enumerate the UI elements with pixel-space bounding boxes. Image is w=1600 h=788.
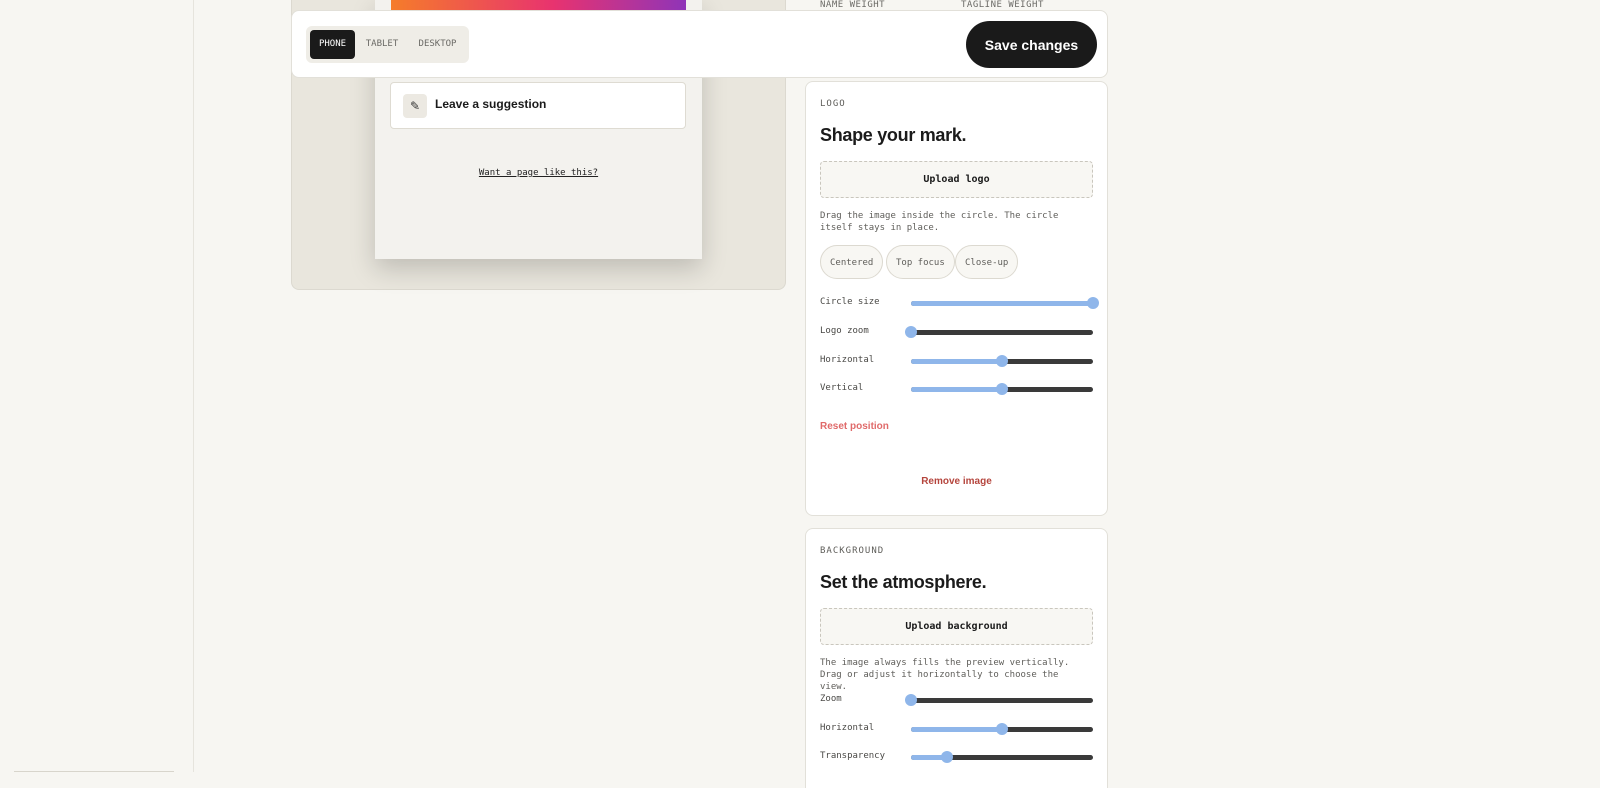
tab-phone[interactable]: PHONE <box>310 30 355 59</box>
slider-label: Logo zoom <box>820 326 869 336</box>
slider-label: Circle size <box>820 297 880 307</box>
want-page-link[interactable]: Want a page like this? <box>375 168 702 178</box>
slider-track[interactable] <box>911 383 1093 395</box>
slider-label: Zoom <box>820 694 842 704</box>
slider-track[interactable] <box>911 297 1099 309</box>
background-help-text: The image always fills the preview verti… <box>820 658 1070 692</box>
pencil-icon: ✎ <box>403 94 427 118</box>
background-title: Set the atmosphere. <box>820 572 987 592</box>
slider-thumb[interactable] <box>996 723 1008 735</box>
background-horizontal-slider[interactable]: Horizontal <box>820 722 1095 736</box>
slider-thumb[interactable] <box>941 751 954 763</box>
preset-close-up[interactable]: Close-up <box>955 245 1019 279</box>
preview-banner <box>391 0 686 10</box>
slider-track[interactable] <box>905 326 1093 338</box>
suggestion-link-card[interactable]: ✎ Leave a suggestion <box>390 82 686 129</box>
slider-track[interactable] <box>911 751 1093 763</box>
slider-track[interactable] <box>911 355 1093 367</box>
logo-zoom-slider[interactable]: Logo zoom <box>820 325 1095 339</box>
tab-desktop[interactable]: DESKTOP <box>410 30 465 59</box>
preset-top-focus[interactable]: Top focus <box>886 245 955 279</box>
reset-position-link[interactable]: Reset position <box>820 421 889 432</box>
slider-thumb[interactable] <box>905 694 917 706</box>
slider-thumb[interactable] <box>996 355 1008 367</box>
background-panel: BACKGROUND Set the atmosphere. Upload ba… <box>805 528 1108 788</box>
slider-label: Horizontal <box>820 723 875 733</box>
slider-track[interactable] <box>911 723 1093 735</box>
slider-label: Vertical <box>820 383 864 393</box>
logo-panel: LOGO Shape your mark. Upload logo Drag t… <box>805 81 1108 516</box>
slider-thumb[interactable] <box>1087 297 1099 309</box>
save-button[interactable]: Save changes <box>966 21 1097 68</box>
left-sidebar <box>0 0 194 772</box>
tagline-weight-label: TAGLINE WEIGHT <box>961 0 1044 10</box>
logo-vertical-slider[interactable]: Vertical <box>820 382 1095 396</box>
name-weight-label: NAME WEIGHT <box>820 0 886 10</box>
slider-label: Transparency <box>820 751 886 761</box>
logo-title: Shape your mark. <box>820 125 967 145</box>
upload-logo-button[interactable]: Upload logo <box>820 161 1093 198</box>
background-transparency-slider[interactable]: Transparency <box>820 750 1095 764</box>
slider-track[interactable] <box>905 694 1093 706</box>
logo-horizontal-slider[interactable]: Horizontal <box>820 354 1095 368</box>
remove-image-link[interactable]: Remove image <box>806 476 1107 487</box>
logo-eyebrow: LOGO <box>820 99 846 109</box>
circle-size-slider[interactable]: Circle size <box>820 296 1099 310</box>
slider-thumb[interactable] <box>996 383 1008 395</box>
preview-toolbar: PHONE TABLET DESKTOP Save changes <box>291 10 1108 78</box>
slider-label: Horizontal <box>820 355 875 365</box>
device-tabs: PHONE TABLET DESKTOP <box>306 26 469 63</box>
preset-centered[interactable]: Centered <box>820 245 884 279</box>
upload-background-button[interactable]: Upload background <box>820 608 1093 645</box>
background-zoom-slider[interactable]: Zoom <box>820 693 1095 707</box>
background-eyebrow: BACKGROUND <box>820 546 885 556</box>
suggestion-label: Leave a suggestion <box>435 97 547 111</box>
logo-help-text: Drag the image inside the circle. The ci… <box>820 211 1059 233</box>
slider-thumb[interactable] <box>905 326 917 338</box>
tab-tablet[interactable]: TABLET <box>359 30 405 59</box>
